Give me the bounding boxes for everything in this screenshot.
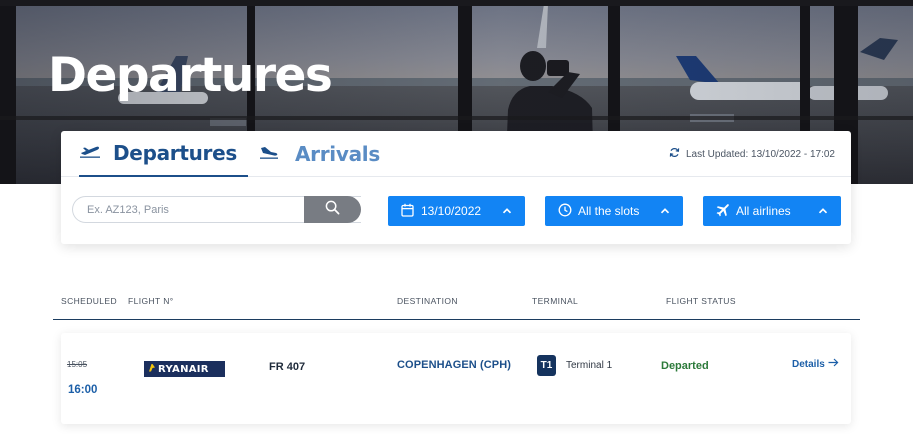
scheduled-time-original: 15:05: [67, 360, 88, 369]
airline-logo: RYANAIR: [144, 361, 225, 377]
window-frame: [0, 0, 16, 184]
flight-tabs: Departures Arrivals Last Updated: 13/10/…: [61, 131, 851, 177]
date-filter-label: 13/10/2022: [421, 204, 482, 218]
airline-filter-button[interactable]: All airlines: [703, 196, 841, 226]
column-header-status[interactable]: FLIGHT STATUS: [666, 296, 736, 306]
search-icon: [325, 200, 340, 220]
arrow-right-icon: [825, 358, 839, 370]
time-slot-filter-button[interactable]: All the slots: [545, 196, 683, 226]
calendar-icon: [401, 203, 414, 220]
last-updated: Last Updated: 13/10/2022 - 17:02: [669, 147, 835, 161]
chevron-up-icon: [660, 205, 670, 219]
flight-search-card: Departures Arrivals Last Updated: 13/10/…: [61, 131, 851, 244]
airline-filter-label: All airlines: [736, 204, 791, 218]
column-header-destination[interactable]: DESTINATION: [397, 296, 458, 306]
harp-icon: [148, 360, 156, 378]
page-title: Departures: [48, 48, 333, 103]
column-header-flight[interactable]: FLIGHT N°: [128, 296, 174, 306]
details-label: Details: [792, 358, 825, 370]
table-header-divider: [53, 319, 860, 320]
tab-arrivals-label: Arrivals: [295, 142, 380, 166]
scheduled-time-updated: 16:00: [68, 384, 98, 396]
window-rail: [0, 116, 913, 120]
window-rail: [0, 0, 913, 6]
flight-status: Departed: [661, 360, 709, 372]
clock-icon: [558, 203, 572, 220]
refresh-icon[interactable]: [669, 147, 686, 161]
tab-departures-label: Departures: [113, 141, 237, 165]
column-header-scheduled[interactable]: SCHEDULED: [61, 296, 117, 306]
plane-icon: [716, 203, 730, 220]
tab-arrivals[interactable]: Arrivals: [259, 131, 380, 177]
column-header-terminal[interactable]: TERMINAL: [532, 296, 578, 306]
airline-logo-text: RYANAIR: [158, 363, 209, 375]
chevron-up-icon: [818, 205, 828, 219]
search-button[interactable]: [304, 196, 361, 223]
terminal-badge: T1: [537, 355, 556, 376]
terminal-name: Terminal 1: [566, 360, 613, 371]
date-filter-button[interactable]: 13/10/2022: [388, 196, 525, 226]
table-row[interactable]: 15:05 16:00 RYANAIR FR 407 COPENHAGEN (C…: [61, 333, 851, 424]
plane-landing-icon: [259, 145, 279, 164]
destination: COPENHAGEN (CPH): [397, 359, 512, 371]
chevron-up-icon: [502, 205, 512, 219]
plane-takeoff-icon: [79, 144, 101, 163]
details-link[interactable]: Details: [792, 358, 839, 370]
last-updated-text: Last Updated: 13/10/2022 - 17:02: [685, 148, 835, 160]
tab-departures[interactable]: Departures: [79, 131, 248, 177]
time-slot-filter-label: All the slots: [578, 204, 640, 218]
flight-number: FR 407: [269, 361, 306, 373]
